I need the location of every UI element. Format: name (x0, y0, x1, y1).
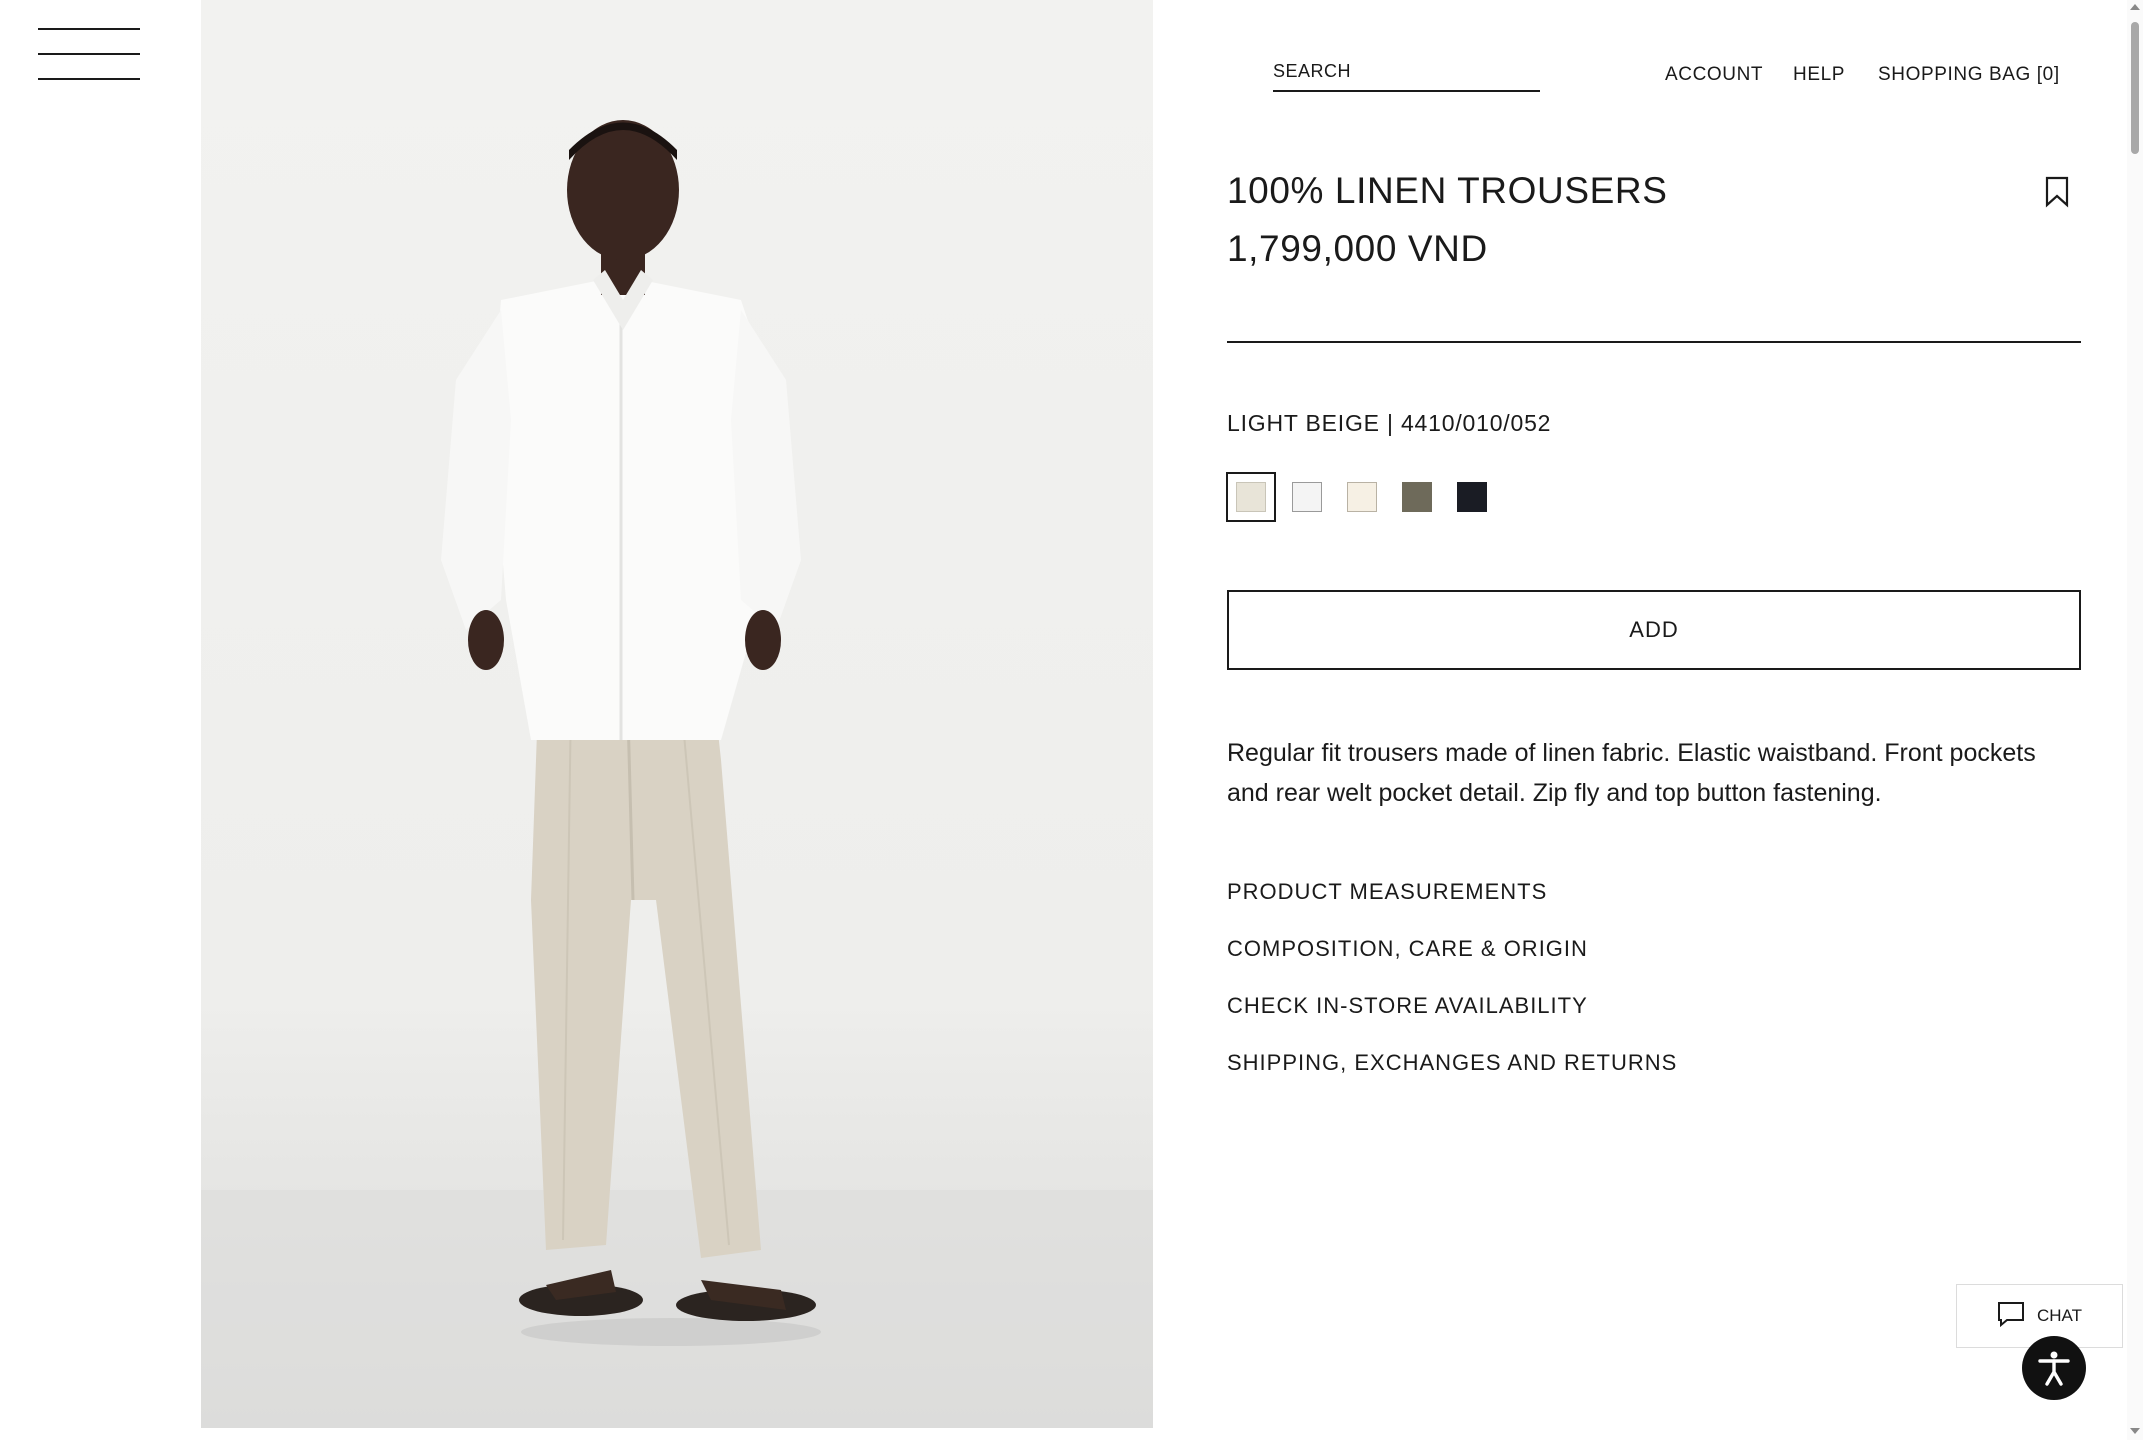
search-field[interactable] (1273, 56, 1540, 92)
product-image[interactable] (201, 0, 1153, 1428)
accessibility-icon[interactable] (2022, 1336, 2086, 1400)
color-swatch-white[interactable] (1292, 482, 1322, 512)
shopping-bag-link[interactable]: SHOPPING BAG [0] (1878, 64, 2060, 86)
chat-label: CHAT (2036, 1306, 2082, 1325)
scroll-up-arrow-icon[interactable] (2130, 4, 2140, 10)
composition-care-link[interactable]: COMPOSITION, CARE & ORIGIN (1227, 936, 1588, 962)
scrollbar-thumb[interactable] (2131, 22, 2139, 154)
product-title: 100% LINEN TROUSERS (1227, 170, 1668, 211)
chat-bubble-icon (1997, 1301, 2025, 1332)
help-link[interactable]: HELP (1793, 64, 1845, 86)
shipping-returns-link[interactable]: SHIPPING, EXCHANGES AND RETURNS (1227, 1050, 1677, 1076)
color-swatch-black[interactable] (1457, 482, 1487, 512)
color-swatch-khaki[interactable] (1402, 482, 1432, 512)
add-to-bag-button[interactable]: ADD (1227, 590, 2081, 670)
bookmark-icon[interactable] (2044, 176, 2070, 208)
color-swatch-ecru[interactable] (1347, 482, 1377, 512)
page-scrollbar[interactable] (2127, 0, 2143, 1440)
model-illustration (201, 120, 1153, 1428)
color-reference-label: LIGHT BEIGE | 4410/010/052 (1227, 410, 1552, 436)
store-availability-link[interactable]: CHECK IN-STORE AVAILABILITY (1227, 993, 1588, 1019)
color-swatch-light-beige[interactable] (1226, 472, 1276, 522)
account-link[interactable]: ACCOUNT (1665, 64, 1763, 86)
scroll-down-arrow-icon[interactable] (2130, 1428, 2140, 1434)
divider (1227, 341, 2081, 343)
product-description: Regular fit trousers made of linen fabri… (1227, 739, 2036, 807)
search-input[interactable] (1273, 56, 1540, 82)
product-measurements-link[interactable]: PRODUCT MEASUREMENTS (1227, 879, 1547, 905)
product-price: 1,799,000 VND (1227, 228, 1488, 269)
hamburger-menu-icon[interactable] (38, 27, 140, 81)
product-page: ACCOUNT HELP SHOPPING BAG [0] 100% LINEN… (0, 0, 2143, 1440)
